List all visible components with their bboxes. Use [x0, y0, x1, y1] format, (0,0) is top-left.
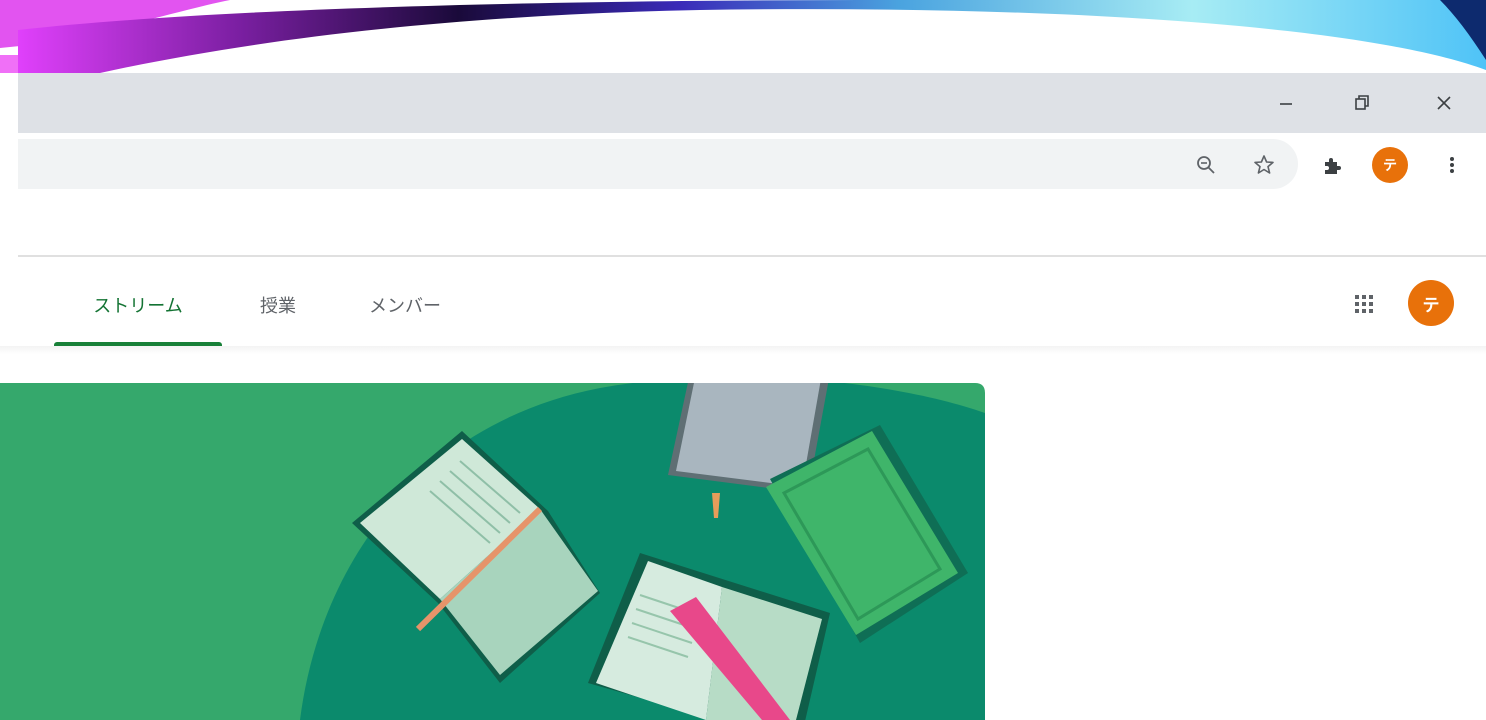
nav-shadow — [0, 346, 1486, 354]
google-apps-button[interactable] — [1344, 284, 1384, 324]
slide-decoration — [0, 0, 1486, 80]
address-bar[interactable] — [18, 139, 1298, 189]
browser-title-bar — [18, 73, 1486, 133]
star-icon — [1254, 155, 1274, 174]
browser-toolbar: テ — [18, 133, 1486, 199]
bookmark-button[interactable] — [1248, 149, 1280, 181]
restore-icon — [1355, 95, 1369, 110]
class-banner — [0, 383, 985, 720]
header-divider — [18, 255, 1486, 257]
profile-avatar[interactable]: テ — [1372, 147, 1408, 183]
tab-people[interactable]: メンバー — [350, 280, 460, 346]
tab-stream[interactable]: ストリーム — [54, 280, 222, 346]
puzzle-icon — [1325, 158, 1341, 174]
close-button[interactable] — [1416, 73, 1472, 133]
more-vert-icon — [1450, 157, 1454, 173]
close-icon — [1437, 96, 1451, 110]
minimize-icon — [1280, 103, 1292, 105]
minimize-button[interactable] — [1258, 73, 1314, 133]
zoom-button[interactable] — [1190, 149, 1222, 181]
apps-grid-icon — [1355, 295, 1373, 313]
extensions-button[interactable] — [1316, 149, 1348, 181]
chrome-menu-button[interactable] — [1436, 149, 1468, 181]
zoom-icon — [1197, 156, 1215, 174]
restore-button[interactable] — [1334, 73, 1390, 133]
tab-classwork[interactable]: 授業 — [240, 280, 316, 346]
account-avatar[interactable]: テ — [1408, 280, 1454, 326]
